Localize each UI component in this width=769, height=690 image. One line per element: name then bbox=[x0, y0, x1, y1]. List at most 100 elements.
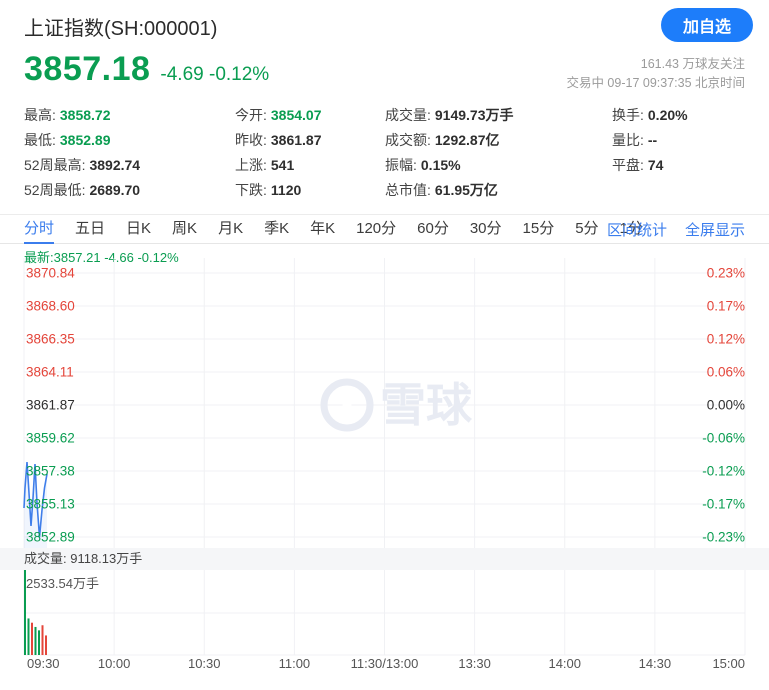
stat-value: 3892.74 bbox=[89, 157, 140, 173]
tab-分时[interactable]: 分时 bbox=[24, 215, 54, 244]
percent-axis-label: -0.17% bbox=[702, 497, 745, 512]
watermark-text: 雪球 bbox=[380, 379, 473, 431]
quote-block: 3857.18 -4.69 -0.12% bbox=[24, 50, 269, 89]
stat-label: 最高: bbox=[24, 107, 56, 123]
tab-季K[interactable]: 季K bbox=[264, 215, 289, 244]
time-axis-label: 13:30 bbox=[458, 656, 491, 671]
stat-label: 成交量: bbox=[385, 107, 431, 123]
percent-axis-label: -0.12% bbox=[702, 464, 745, 479]
percent-axis-label: 0.12% bbox=[707, 332, 745, 347]
stat-label: 昨收: bbox=[235, 132, 267, 148]
price-axis-label: 3866.35 bbox=[26, 332, 75, 347]
chart-tools: 区间统计全屏显示 bbox=[589, 219, 745, 240]
percent-axis-label: -0.06% bbox=[702, 431, 745, 446]
stat-item: 上涨:541 bbox=[235, 153, 322, 178]
stat-label: 总市值: bbox=[385, 182, 431, 198]
price-change: -4.69 -0.12% bbox=[160, 64, 269, 86]
stat-label: 上涨: bbox=[235, 157, 267, 173]
tab-60分[interactable]: 60分 bbox=[417, 215, 449, 244]
stat-item: 最高:3858.72 bbox=[24, 103, 140, 128]
percent-axis-label: 0.06% bbox=[707, 365, 745, 380]
time-axis-label: 10:00 bbox=[98, 656, 131, 671]
stat-item: 量比:-- bbox=[612, 128, 688, 153]
stat-item: 成交量:9149.73万手 bbox=[385, 103, 514, 128]
time-axis-label: 10:30 bbox=[188, 656, 221, 671]
stat-value: 74 bbox=[648, 157, 664, 173]
stat-value: 0.15% bbox=[421, 157, 461, 173]
stat-value: 3858.72 bbox=[60, 107, 111, 123]
period-tabs: 分时五日日K周K月K季K年K120分60分30分15分5分1分 bbox=[24, 215, 664, 244]
time-axis-label: 11:30/13:00 bbox=[351, 656, 419, 671]
add-watchlist-button[interactable]: 加自选 bbox=[661, 8, 753, 42]
stat-item: 最低:3852.89 bbox=[24, 128, 140, 153]
stats-column-4: 换手:0.20%量比:--平盘:74 bbox=[612, 103, 688, 178]
volume-bar-chart[interactable] bbox=[0, 570, 769, 656]
tab-30分[interactable]: 30分 bbox=[470, 215, 502, 244]
followers-count: 161.43 万球友关注 bbox=[566, 55, 745, 74]
stat-value: 61.95万亿 bbox=[435, 182, 498, 198]
stat-label: 换手: bbox=[612, 107, 644, 123]
time-axis: 09:3010:0010:3011:0011:30/13:0013:3014:0… bbox=[0, 656, 769, 674]
tab-月K[interactable]: 月K bbox=[218, 215, 243, 244]
stat-value: 3852.89 bbox=[60, 132, 111, 148]
link-全屏显示[interactable]: 全屏显示 bbox=[685, 219, 745, 240]
volume-bar bbox=[38, 630, 40, 655]
price-axis-label: 3859.62 bbox=[26, 431, 75, 446]
stats-column-3: 成交量:9149.73万手成交额:1292.87亿振幅:0.15%总市值:61.… bbox=[385, 103, 514, 203]
chart-period-tabbar: 分时五日日K周K月K季K年K120分60分30分15分5分1分 区间统计全屏显示 bbox=[0, 214, 769, 244]
stat-item: 平盘:74 bbox=[612, 153, 688, 178]
percent-axis-label: 0.23% bbox=[707, 266, 745, 281]
stat-item: 下跌:1120 bbox=[235, 178, 322, 203]
intraday-price-chart[interactable]: 雪球3870.843868.603866.353864.113861.87385… bbox=[0, 258, 769, 548]
stat-label: 振幅: bbox=[385, 157, 417, 173]
tab-五日[interactable]: 五日 bbox=[75, 215, 105, 244]
xueqiu-watermark: 雪球 bbox=[324, 379, 473, 431]
stat-label: 最低: bbox=[24, 132, 56, 148]
stat-value: 0.20% bbox=[648, 107, 688, 123]
tab-日K[interactable]: 日K bbox=[126, 215, 151, 244]
trading-session-time: 交易中 09-17 09:37:35 北京时间 bbox=[566, 74, 745, 93]
volume-bar bbox=[45, 635, 47, 655]
tab-120分[interactable]: 120分 bbox=[356, 215, 396, 244]
percent-axis-label: 0.00% bbox=[707, 398, 745, 413]
stats-column-1: 最高:3858.72最低:3852.8952周最高:3892.7452周最低:2… bbox=[24, 103, 140, 203]
volume-bar bbox=[31, 623, 33, 655]
stat-value: -- bbox=[648, 132, 657, 148]
link-区间统计[interactable]: 区间统计 bbox=[607, 219, 667, 240]
stat-item: 成交额:1292.87亿 bbox=[385, 128, 514, 153]
stock-quote-page: 上证指数(SH:000001) 加自选 3857.18 -4.69 -0.12%… bbox=[0, 0, 769, 690]
time-axis-label: 15:00 bbox=[712, 656, 745, 671]
tab-周K[interactable]: 周K bbox=[172, 215, 197, 244]
volume-bar bbox=[35, 627, 37, 655]
stat-label: 今开: bbox=[235, 107, 267, 123]
stat-item: 昨收:3861.87 bbox=[235, 128, 322, 153]
volume-scale-label: 2533.54万手 bbox=[26, 573, 99, 592]
stat-item: 振幅:0.15% bbox=[385, 153, 514, 178]
percent-axis-label: -0.23% bbox=[702, 530, 745, 545]
quote-meta: 161.43 万球友关注 交易中 09-17 09:37:35 北京时间 bbox=[566, 55, 745, 93]
tab-年K[interactable]: 年K bbox=[310, 215, 335, 244]
price-axis-label: 3861.87 bbox=[26, 398, 75, 413]
tab-15分[interactable]: 15分 bbox=[523, 215, 555, 244]
stat-label: 下跌: bbox=[235, 182, 267, 198]
stat-item: 52周最高:3892.74 bbox=[24, 153, 140, 178]
stat-value: 2689.70 bbox=[89, 182, 140, 198]
time-axis-label: 09:30 bbox=[27, 656, 60, 671]
time-axis-label: 14:30 bbox=[639, 656, 672, 671]
stat-item: 总市值:61.95万亿 bbox=[385, 178, 514, 203]
stat-label: 52周最低: bbox=[24, 182, 85, 198]
stat-value: 3854.07 bbox=[271, 107, 322, 123]
stat-item: 52周最低:2689.70 bbox=[24, 178, 140, 203]
price-axis-label: 3868.60 bbox=[26, 299, 75, 314]
stats-grid: 最高:3858.72最低:3852.8952周最高:3892.7452周最低:2… bbox=[0, 103, 769, 203]
stat-label: 52周最高: bbox=[24, 157, 85, 173]
stat-value: 3861.87 bbox=[271, 132, 322, 148]
volume-header-bar: 成交量: 9118.13万手 bbox=[0, 548, 769, 570]
price-axis-label: 3855.13 bbox=[26, 497, 75, 512]
page-title: 上证指数(SH:000001) bbox=[24, 12, 217, 41]
price-axis-label: 3852.89 bbox=[26, 530, 75, 545]
stat-item: 今开:3854.07 bbox=[235, 103, 322, 128]
stat-item: 换手:0.20% bbox=[612, 103, 688, 128]
stat-label: 成交额: bbox=[385, 132, 431, 148]
stats-column-2: 今开:3854.07昨收:3861.87上涨:541下跌:1120 bbox=[235, 103, 322, 203]
